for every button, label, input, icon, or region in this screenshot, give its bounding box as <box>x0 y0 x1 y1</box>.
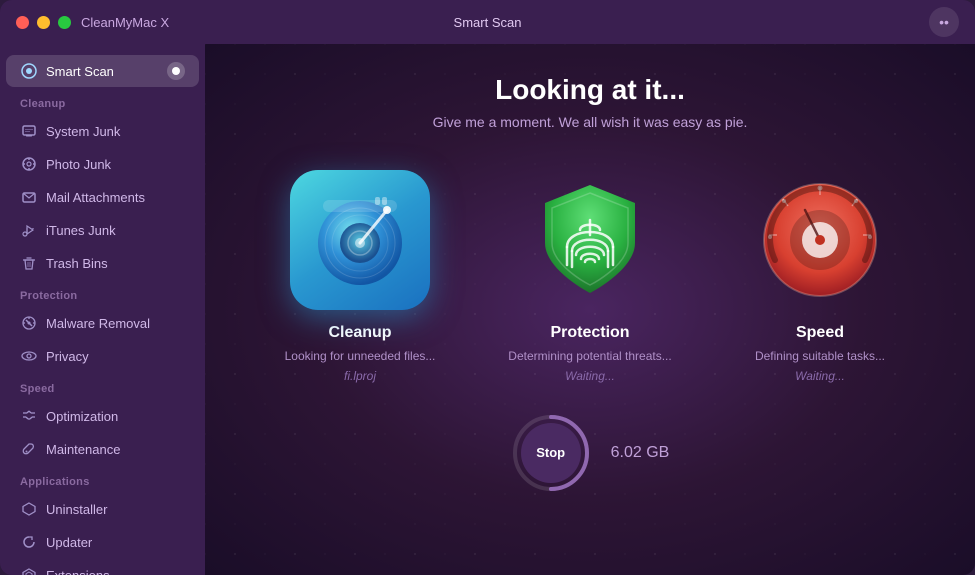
sidebar-item-trash-bins[interactable]: Trash Bins <box>6 247 199 279</box>
sidebar-item-system-junk[interactable]: System Junk <box>6 115 199 147</box>
optimization-label: Optimization <box>46 409 185 424</box>
traffic-lights <box>16 16 71 29</box>
title-bar: CleanMyMac X Smart Scan •• <box>0 0 975 44</box>
section-cleanup: Cleanup <box>0 88 205 114</box>
cleanup-card: Cleanup Looking for unneeded files... fi… <box>265 170 455 383</box>
system-junk-label: System Junk <box>46 124 185 139</box>
speed-status: Waiting... <box>795 369 845 383</box>
privacy-icon <box>20 347 38 365</box>
section-protection: Protection <box>0 280 205 306</box>
sidebar-item-mail-attachments[interactable]: Mail Attachments <box>6 181 199 213</box>
sidebar-scroll: Smart Scan Cleanup <box>0 54 205 575</box>
itunes-junk-label: iTunes Junk <box>46 223 185 238</box>
sidebar-item-privacy[interactable]: Privacy <box>6 340 199 372</box>
cleanup-status: fi.lproj <box>344 369 376 383</box>
main-layout: Smart Scan Cleanup <box>0 44 975 575</box>
speed-title: Speed <box>796 324 844 342</box>
malware-removal-label: Malware Removal <box>46 316 185 331</box>
sidebar-item-smart-scan[interactable]: Smart Scan <box>6 55 199 87</box>
cleanup-desc: Looking for unneeded files... <box>285 348 436 365</box>
updater-icon <box>20 533 38 551</box>
title-bar-right: •• <box>929 7 959 37</box>
cards-row: Cleanup Looking for unneeded files... fi… <box>265 170 915 383</box>
scan-size: 6.02 GB <box>611 444 670 462</box>
sidebar-item-itunes-junk[interactable]: iTunes Junk <box>6 214 199 246</box>
sidebar-item-photo-junk[interactable]: Photo Junk <box>6 148 199 180</box>
system-junk-icon <box>20 122 38 140</box>
section-applications: Applications <box>0 466 205 492</box>
uninstaller-label: Uninstaller <box>46 502 185 517</box>
malware-icon <box>20 314 38 332</box>
stop-button[interactable]: Stop <box>521 423 581 483</box>
app-name: CleanMyMac X <box>81 15 169 30</box>
trash-bins-label: Trash Bins <box>46 256 185 271</box>
trash-icon <box>20 254 38 272</box>
sidebar: Smart Scan Cleanup <box>0 44 205 575</box>
speed-desc: Defining suitable tasks... <box>755 348 885 365</box>
app-window: CleanMyMac X Smart Scan •• Smart Scan <box>0 0 975 575</box>
protection-desc: Determining potential threats... <box>508 348 671 365</box>
sidebar-item-malware-removal[interactable]: Malware Removal <box>6 307 199 339</box>
smart-scan-icon <box>20 62 38 80</box>
protection-shield-graphic <box>525 175 655 305</box>
optimization-icon <box>20 407 38 425</box>
maximize-button[interactable] <box>58 16 71 29</box>
cleanup-icon-wrap <box>290 170 430 310</box>
protection-icon-wrap <box>520 170 660 310</box>
main-subtitle: Give me a moment. We all wish it was eas… <box>433 114 748 130</box>
section-speed: Speed <box>0 373 205 399</box>
protection-title: Protection <box>550 324 629 342</box>
speed-card: Speed Defining suitable tasks... Waiting… <box>725 170 915 383</box>
sidebar-item-updater[interactable]: Updater <box>6 526 199 558</box>
cleanup-title: Cleanup <box>328 324 391 342</box>
updater-label: Updater <box>46 535 185 550</box>
speed-icon-wrap <box>750 170 890 310</box>
itunes-icon <box>20 221 38 239</box>
content-area: Looking at it... Give me a moment. We al… <box>205 44 975 575</box>
maintenance-label: Maintenance <box>46 442 185 457</box>
main-title: Looking at it... <box>495 74 685 106</box>
sidebar-item-maintenance[interactable]: Maintenance <box>6 433 199 465</box>
close-button[interactable] <box>16 16 29 29</box>
stop-button-wrap: Stop <box>511 413 591 493</box>
uninstaller-icon <box>20 500 38 518</box>
smart-scan-label: Smart Scan <box>46 64 159 79</box>
protection-card: Protection Determining potential threats… <box>495 170 685 383</box>
sidebar-item-uninstaller[interactable]: Uninstaller <box>6 493 199 525</box>
mail-attachments-label: Mail Attachments <box>46 190 185 205</box>
settings-button[interactable]: •• <box>929 7 959 37</box>
photo-junk-icon <box>20 155 38 173</box>
sidebar-item-extensions[interactable]: Extensions <box>6 559 199 575</box>
extensions-icon <box>20 566 38 575</box>
extensions-label: Extensions <box>46 568 185 575</box>
window-title: Smart Scan <box>454 15 522 30</box>
photo-junk-label: Photo Junk <box>46 157 185 172</box>
maintenance-icon <box>20 440 38 458</box>
speed-gauge-graphic <box>755 175 885 305</box>
sidebar-item-optimization[interactable]: Optimization <box>6 400 199 432</box>
privacy-label: Privacy <box>46 349 185 364</box>
cleanup-hdd-graphic <box>305 185 415 295</box>
protection-status: Waiting... <box>565 369 615 383</box>
mail-icon <box>20 188 38 206</box>
minimize-button[interactable] <box>37 16 50 29</box>
bottom-row: Stop 6.02 GB <box>511 413 670 493</box>
smart-scan-badge <box>167 62 185 80</box>
